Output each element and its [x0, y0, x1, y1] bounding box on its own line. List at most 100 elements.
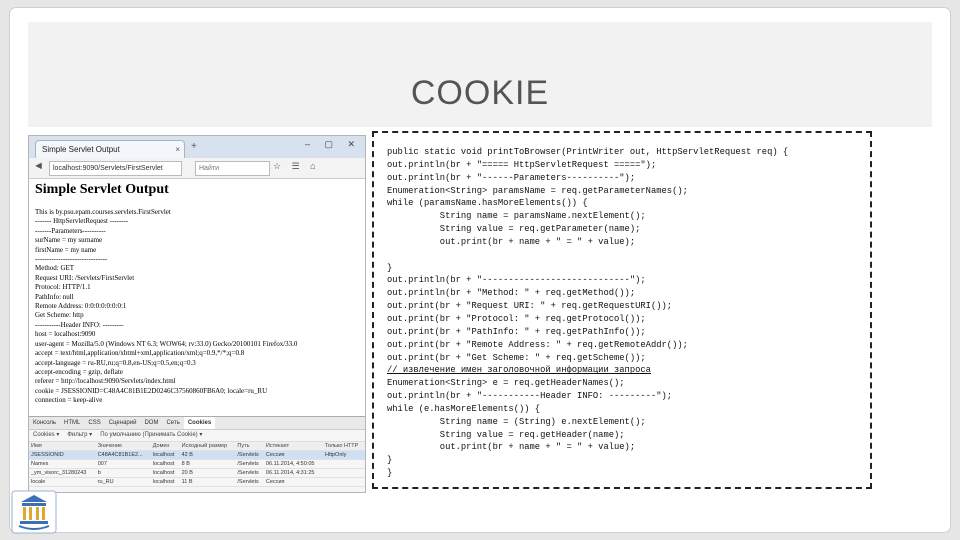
devtools-tab[interactable]: Сценарий	[105, 417, 141, 429]
column-header[interactable]: Путь	[235, 442, 264, 451]
devtools-tab[interactable]: CSS	[84, 417, 104, 429]
output-line: This is by.psu.epam.courses.servlets.Fir…	[35, 208, 171, 216]
output-line: accept-encoding = gzip, deflate	[35, 367, 123, 376]
table-cell: /Servlets	[235, 477, 264, 487]
code-line: String value = req.getHeader(name);	[387, 429, 625, 440]
code-line: }	[387, 455, 393, 466]
new-tab-icon[interactable]: +	[191, 141, 197, 152]
devtools-tab[interactable]: Сеть	[162, 417, 183, 429]
devtools-toolbar: Cookies ▾ Фильтр ▾ По умолчанию (Принимать…	[29, 430, 365, 442]
code-line: out.print(br + "Get Scheme: " + req.getS…	[387, 352, 646, 363]
servlet-output-page: Simple Servlet Output This is by.psu.epa…	[35, 180, 361, 406]
devtools-tab[interactable]: Cookies	[183, 417, 216, 429]
title-band: COOKIE	[28, 22, 932, 127]
url-input[interactable]: localhost:9090/Servlets/FirstServlet	[49, 161, 182, 176]
table-cell: locale	[29, 477, 96, 487]
code-line: out.println(br + "------Parameters------…	[387, 172, 636, 183]
output-line: surName = my surname	[35, 236, 103, 245]
code-line: out.print(br + "Remote Address: " + req.…	[387, 339, 688, 350]
output-line: PathInfo: null	[35, 292, 74, 301]
table-cell: /Servlets	[235, 450, 264, 460]
table-cell: /Servlets	[235, 468, 264, 478]
table-cell: C48A4C81B1E2...	[95, 450, 151, 460]
browser-tab-title: Simple Servlet Output	[42, 145, 120, 154]
table-cell	[322, 477, 365, 487]
output-line: connection = keep-alive	[35, 396, 103, 405]
table-cell: 20 B	[179, 468, 236, 478]
code-line: Enumeration<String> e = req.getHeaderNam…	[387, 378, 625, 389]
search-input[interactable]: Найти	[195, 161, 270, 176]
table-cell	[322, 468, 365, 478]
browser-toolbar: ◄ localhost:9090/Servlets/FirstServlet Н…	[29, 158, 365, 179]
cookies-table: Имя Значение Домен Исходный размер Путь Истек…	[29, 442, 365, 487]
code-line: Enumeration<String> paramsName = req.get…	[387, 185, 688, 196]
code-line: out.print(br + name + " = " + value);	[387, 442, 636, 453]
table-cell: Сессия	[263, 477, 323, 487]
code-line: String name = paramsName.nextElement();	[387, 211, 646, 222]
code-line: out.println(br + "Method: " + req.getMet…	[387, 288, 636, 299]
code-line: out.print(br + "Protocol: " + req.getPro…	[387, 313, 646, 324]
table-row[interactable]: _ym_visorc_31280243 b localhost 20 B/Servle…	[29, 468, 365, 478]
code-listing: public static void printToBrowser(PrintW…	[387, 146, 788, 480]
output-line: firstName = my name	[35, 245, 97, 254]
browser-tabbar: Simple Servlet Output × + – ▢ ✕	[29, 136, 365, 158]
code-line: out.println(br + "===== HttpServletReque…	[387, 159, 657, 170]
column-header[interactable]: Имя	[29, 442, 96, 451]
page-heading: Simple Servlet Output	[35, 182, 169, 197]
toolbar-icons[interactable]: ☆ ☰ ⌂	[273, 161, 320, 172]
table-cell: 06.11.2014, 4:31:25	[263, 468, 323, 478]
code-line: out.print(br + "PathInfo: " + req.getPat…	[387, 326, 646, 337]
close-icon[interactable]: ×	[175, 141, 180, 159]
table-cell: localhost	[150, 459, 180, 469]
devtools-tab[interactable]: Консоль	[29, 417, 60, 429]
table-cell: Сессия	[263, 450, 323, 460]
output-line: accept-language = ru-RU,ru;q=0.8,en-US;q…	[35, 358, 196, 367]
code-line: }	[387, 262, 393, 273]
table-cell	[322, 459, 365, 469]
back-arrow-icon[interactable]: ◄	[33, 160, 44, 172]
table-cell: _ym_visorc_31280243	[29, 468, 96, 478]
code-line: String value = req.getParameter(name);	[387, 224, 641, 235]
devtools-tabs: Консоль HTML CSS Сценарий DOM Сеть Cookies	[29, 417, 365, 430]
code-box: public static void printToBrowser(PrintW…	[372, 131, 872, 489]
page-lines: This is by.psu.epam.courses.servlets.Fir…	[35, 208, 361, 406]
column-header[interactable]: Домен	[150, 442, 180, 451]
devtools-tab[interactable]: HTML	[60, 417, 84, 429]
table-cell: localhost	[150, 450, 180, 460]
code-line: out.print(br + name + " = " + value);	[387, 236, 636, 247]
code-line: out.print(br + "Request URI: " + req.get…	[387, 301, 673, 312]
devtools-toolbar-button[interactable]: Фильтр ▾	[63, 430, 96, 441]
code-line: public static void printToBrowser(PrintW…	[387, 147, 789, 157]
output-line: Method: GET	[35, 264, 75, 273]
output-line: -------------------------------	[35, 255, 108, 264]
devtools-toolbar-button[interactable]: По умолчанию (Принимать Cookie) ▾	[96, 430, 206, 441]
browser-tab[interactable]: Simple Servlet Output ×	[35, 140, 185, 158]
output-line: ------- HttpServletRequest --------	[35, 217, 129, 226]
table-cell: HttpOnly	[322, 450, 365, 460]
code-line: out.println(br + "----------------------…	[387, 275, 646, 286]
table-row[interactable]: Names 007 localhost 8 B/Servlets 06.11.2014,…	[29, 459, 365, 469]
table-cell: 42 B	[179, 450, 236, 460]
table-row[interactable]: locale ru_RU localhost 11 B/Servlets Сессия	[29, 477, 365, 487]
devtools-tab[interactable]: DOM	[140, 417, 162, 429]
code-line: while (paramsName.hasMoreElements()) {	[387, 198, 588, 209]
column-header[interactable]: Истекает	[263, 442, 323, 451]
output-line: Protocol: HTTP/1.1	[35, 283, 91, 292]
table-cell: JSESSIONID	[29, 450, 96, 460]
column-header[interactable]: Только HTTP	[322, 442, 365, 451]
output-line: Remote Address: 0:0:0:0:0:0:0:1	[35, 302, 127, 311]
column-header[interactable]: Исходный размер	[179, 442, 236, 451]
code-line: out.println(br + "-----------Header INFO…	[387, 391, 673, 402]
table-cell: ru_RU	[95, 477, 151, 487]
code-line: // извлечение имен заголовочной информац…	[387, 365, 651, 376]
devtools-toolbar-button[interactable]: Cookies ▾	[29, 430, 63, 441]
window-controls[interactable]: – ▢ ✕	[305, 139, 361, 150]
browser-screenshot: Simple Servlet Output × + – ▢ ✕ ◄ localh…	[28, 135, 366, 493]
table-cell: localhost	[150, 468, 180, 478]
devtools-panel: Консоль HTML CSS Сценарий DOM Сеть Cookies Coo…	[29, 416, 365, 492]
output-line: accept = text/html,application/xhtml+xml…	[35, 349, 245, 358]
table-row[interactable]: JSESSIONID C48A4C81B1E2... localhost 42 B/S…	[29, 450, 365, 460]
cookies-table-header: Имя Значение Домен Исходный размер Путь Истек…	[29, 442, 365, 451]
column-header[interactable]: Значение	[95, 442, 151, 451]
table-cell: /Servlets	[235, 459, 264, 469]
